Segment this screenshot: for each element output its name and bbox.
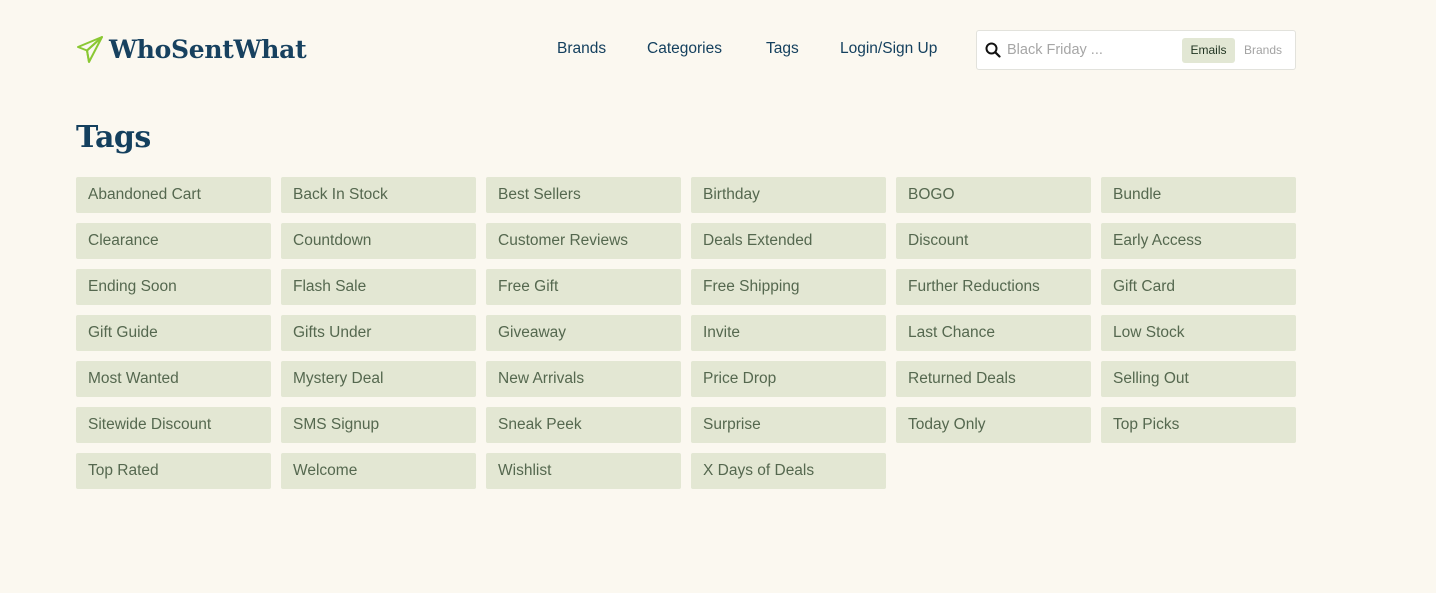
tag-link[interactable]: Welcome bbox=[281, 453, 476, 489]
tag-link[interactable]: Wishlist bbox=[486, 453, 681, 489]
nav-item-login-signup[interactable]: Login/Sign Up bbox=[840, 40, 937, 58]
tag-link[interactable]: Deals Extended bbox=[691, 223, 886, 259]
tag-link[interactable]: Top Rated bbox=[76, 453, 271, 489]
tag-link[interactable]: X Days of Deals bbox=[691, 453, 886, 489]
tag-link[interactable]: Last Chance bbox=[896, 315, 1091, 351]
search-bar: Emails Brands bbox=[976, 30, 1296, 70]
tag-link[interactable]: Ending Soon bbox=[76, 269, 271, 305]
tag-link[interactable]: Discount bbox=[896, 223, 1091, 259]
tag-link[interactable]: Invite bbox=[691, 315, 886, 351]
tag-link[interactable]: Early Access bbox=[1101, 223, 1296, 259]
site-header: WhoSentWhat Brands Categories Tags Login… bbox=[0, 0, 1436, 100]
tag-link[interactable]: Flash Sale bbox=[281, 269, 476, 305]
tag-link[interactable]: Price Drop bbox=[691, 361, 886, 397]
tag-link[interactable]: Best Sellers bbox=[486, 177, 681, 213]
search-toggle-emails[interactable]: Emails bbox=[1182, 38, 1235, 63]
tag-link[interactable]: Most Wanted bbox=[76, 361, 271, 397]
logo-text: WhoSentWhat bbox=[109, 34, 307, 64]
paper-plane-icon bbox=[76, 34, 104, 64]
tag-link[interactable]: Birthday bbox=[691, 177, 886, 213]
tag-link[interactable]: Gift Card bbox=[1101, 269, 1296, 305]
tag-link[interactable]: Mystery Deal bbox=[281, 361, 476, 397]
tags-grid: Abandoned Cart Back In Stock Best Seller… bbox=[76, 177, 1301, 489]
tag-link[interactable]: Back In Stock bbox=[281, 177, 476, 213]
tag-link[interactable]: Gifts Under bbox=[281, 315, 476, 351]
tag-link[interactable]: Surprise bbox=[691, 407, 886, 443]
tag-link[interactable]: Low Stock bbox=[1101, 315, 1296, 351]
page-title: Tags bbox=[76, 120, 151, 155]
tag-link[interactable]: Selling Out bbox=[1101, 361, 1296, 397]
tag-link[interactable]: Giveaway bbox=[486, 315, 681, 351]
nav-item-tags[interactable]: Tags bbox=[766, 40, 799, 58]
tag-link[interactable]: SMS Signup bbox=[281, 407, 476, 443]
nav-item-categories[interactable]: Categories bbox=[647, 40, 722, 58]
tag-link[interactable]: Further Reductions bbox=[896, 269, 1091, 305]
tag-link[interactable]: Bundle bbox=[1101, 177, 1296, 213]
tag-link[interactable]: Gift Guide bbox=[76, 315, 271, 351]
tag-link[interactable]: Free Gift bbox=[486, 269, 681, 305]
tag-link[interactable]: Today Only bbox=[896, 407, 1091, 443]
search-toggle-brands[interactable]: Brands bbox=[1237, 38, 1289, 63]
tag-link[interactable]: Abandoned Cart bbox=[76, 177, 271, 213]
nav-item-brands[interactable]: Brands bbox=[557, 40, 606, 58]
tag-link[interactable]: BOGO bbox=[896, 177, 1091, 213]
tag-link[interactable]: Returned Deals bbox=[896, 361, 1091, 397]
site-logo[interactable]: WhoSentWhat bbox=[76, 34, 307, 64]
tag-link[interactable]: Clearance bbox=[76, 223, 271, 259]
tag-link[interactable]: Top Picks bbox=[1101, 407, 1296, 443]
tag-link[interactable]: Customer Reviews bbox=[486, 223, 681, 259]
tag-link[interactable]: Free Shipping bbox=[691, 269, 886, 305]
tag-link[interactable]: New Arrivals bbox=[486, 361, 681, 397]
tag-link[interactable]: Sneak Peek bbox=[486, 407, 681, 443]
tag-link[interactable]: Sitewide Discount bbox=[76, 407, 271, 443]
search-input[interactable] bbox=[1007, 39, 1155, 61]
search-icon bbox=[985, 42, 1001, 58]
tag-link[interactable]: Countdown bbox=[281, 223, 476, 259]
